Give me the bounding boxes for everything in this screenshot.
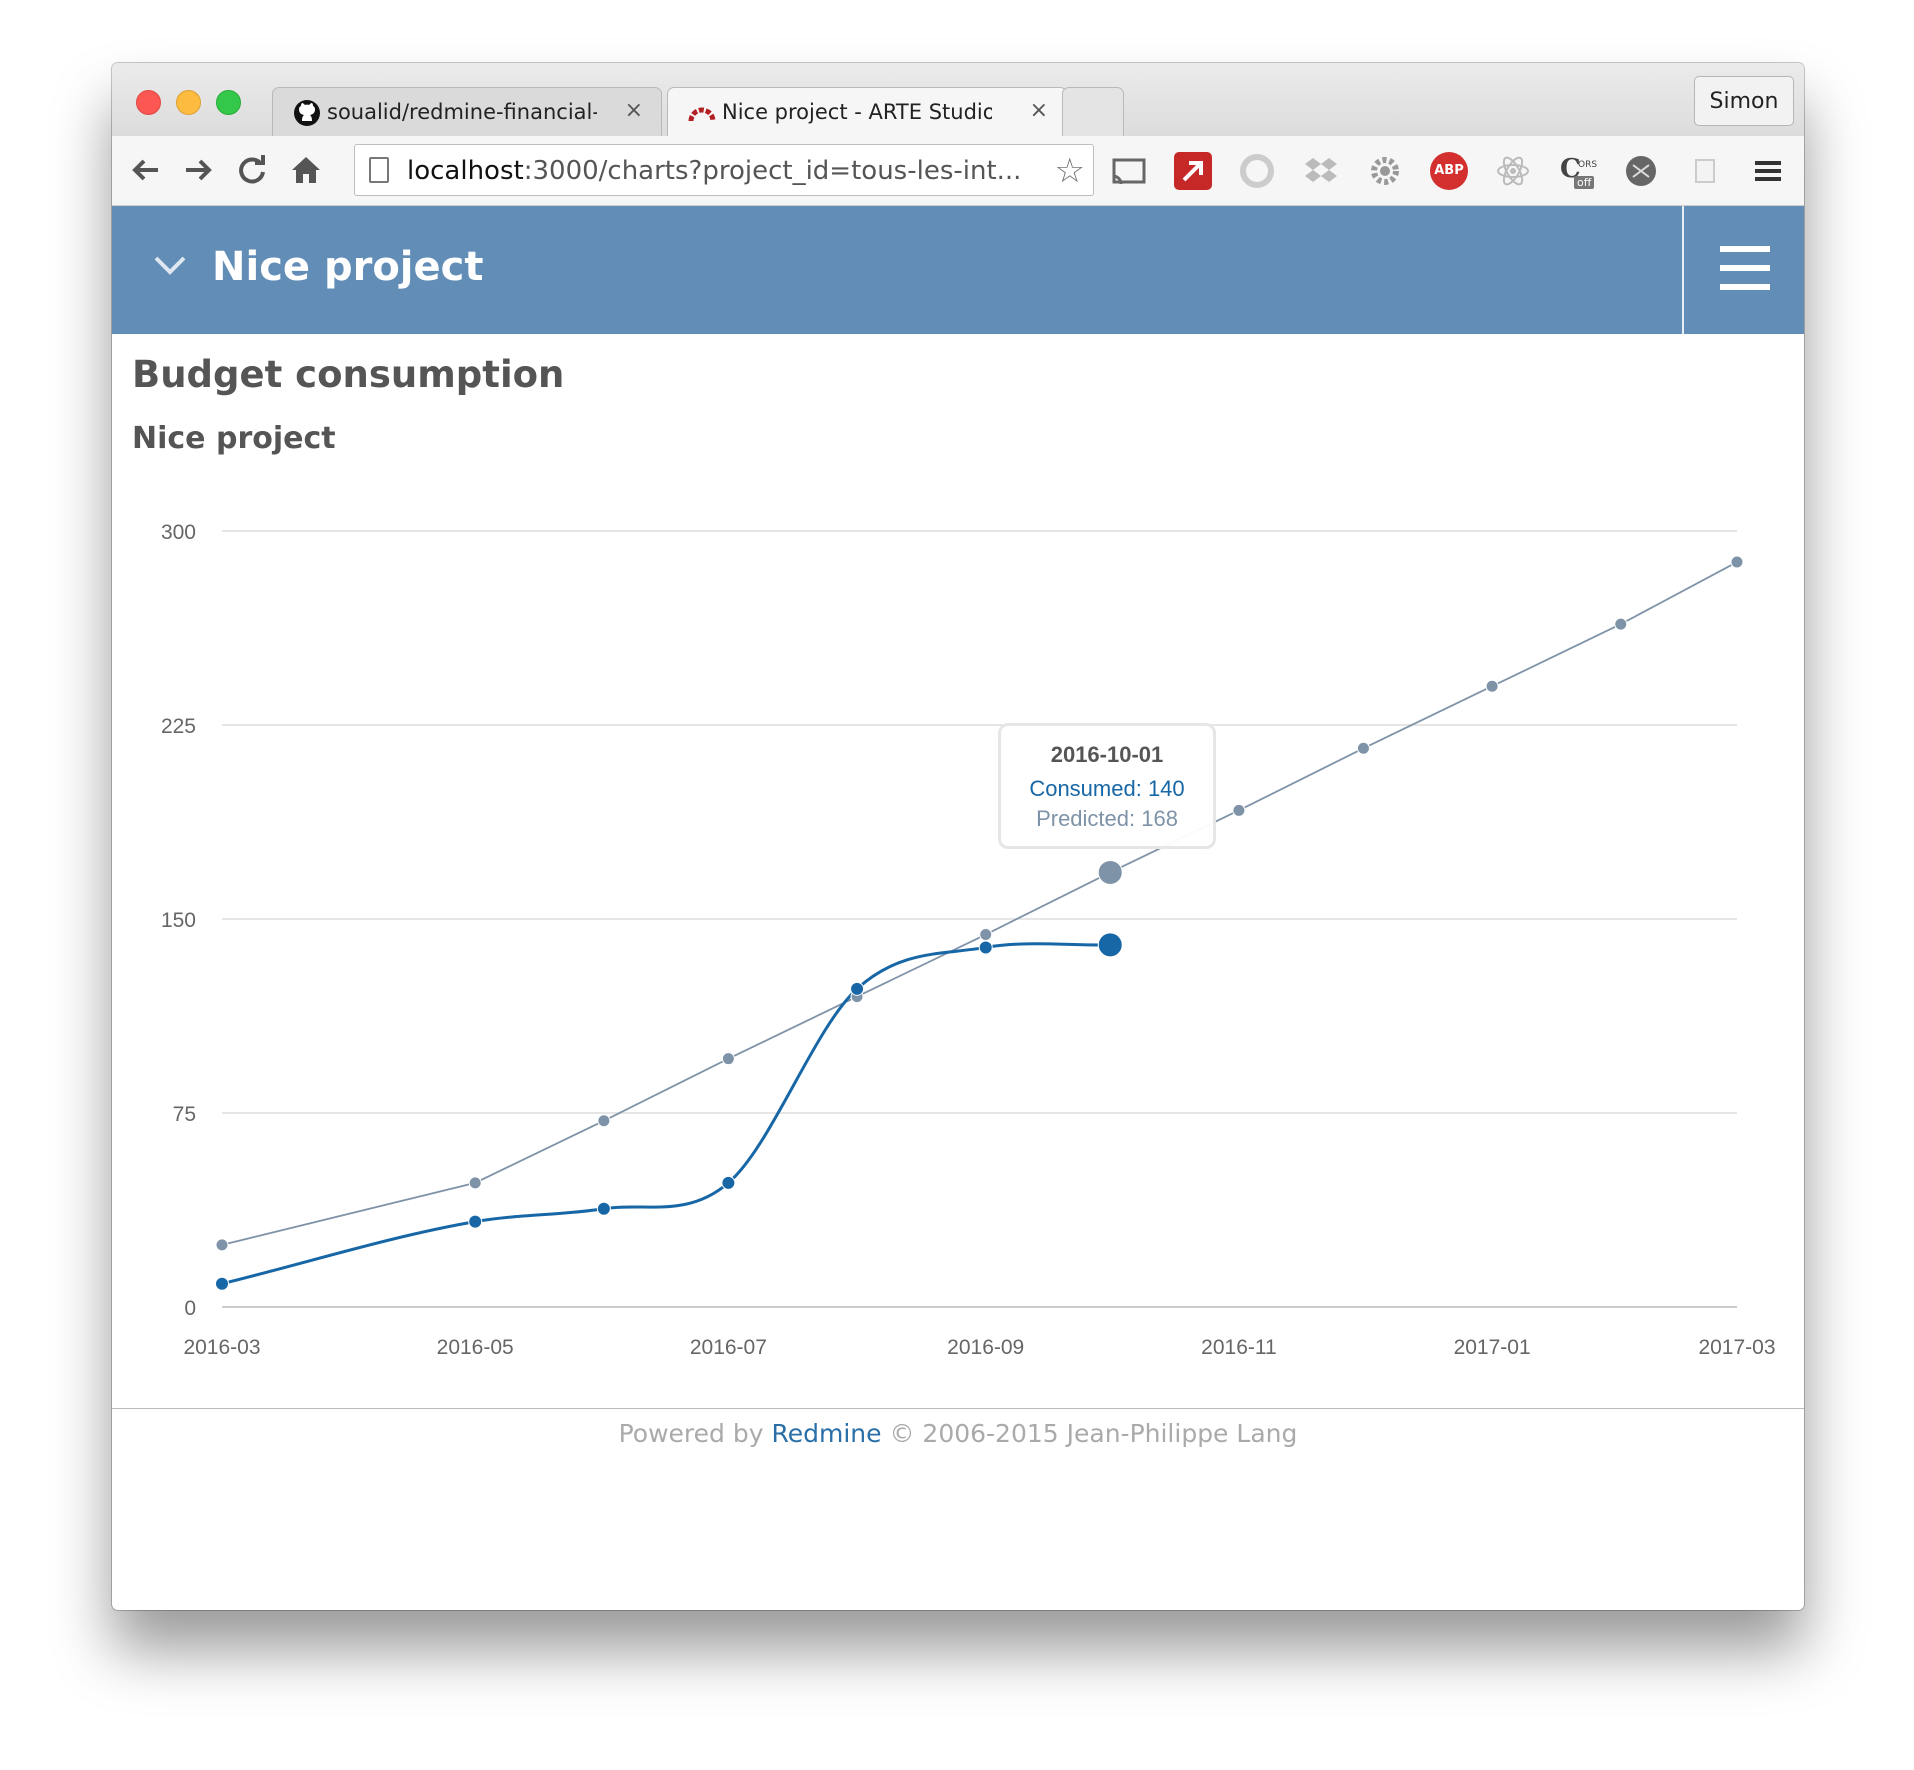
- predicted-point: [1356, 741, 1370, 755]
- consumed-point: [596, 1201, 611, 1216]
- x-tick-label: 2017-03: [1698, 1336, 1775, 1359]
- y-tick-label: 75: [173, 1103, 196, 1126]
- x-tick-label: 2016-03: [183, 1336, 260, 1359]
- predicted-point: [468, 1176, 482, 1190]
- budget-chart: 0 75 150 225 300 2016-03 2016-05 2016-07 2016-09…: [161, 521, 1776, 1359]
- predicted-point: [721, 1052, 735, 1066]
- y-tick-label: 225: [161, 715, 196, 738]
- predicted-point: [215, 1238, 229, 1252]
- browser-window: soualid/redmine-financial-m × Nice proje…: [112, 63, 1804, 1610]
- x-tick-label: 2016-11: [1201, 1336, 1277, 1359]
- x-tick-label: 2017-01: [1454, 1336, 1531, 1359]
- footer-prefix: Powered by: [618, 1419, 772, 1448]
- x-tick-label: 2016-05: [437, 1336, 514, 1359]
- predicted-point: [597, 1114, 611, 1128]
- footer: Powered by Redmine © 2006-2015 Jean-Phil…: [112, 1419, 1804, 1448]
- y-tick-label: 300: [161, 521, 196, 544]
- predicted-point: [1730, 555, 1744, 569]
- y-tick-label: 150: [161, 909, 196, 932]
- consumed-point: [721, 1175, 736, 1190]
- x-tick-label: 2016-07: [690, 1336, 767, 1359]
- tooltip-date: 2016-10-01: [1050, 742, 1164, 767]
- consumed-point: [1097, 932, 1123, 958]
- y-tick-label: 0: [184, 1297, 196, 1320]
- predicted-point: [1614, 617, 1628, 631]
- tooltip-predicted: Predicted: 168: [1036, 806, 1178, 831]
- footer-suffix: © 2006-2015 Jean-Philippe Lang: [881, 1419, 1298, 1448]
- tooltip-consumed: Consumed: 140: [1029, 776, 1185, 801]
- predicted-point: [1097, 859, 1123, 885]
- redmine-link[interactable]: Redmine: [771, 1419, 881, 1448]
- footer-divider: [112, 1408, 1804, 1409]
- predicted-point: [979, 928, 993, 942]
- consumed-point: [850, 981, 865, 996]
- consumed-point: [978, 940, 993, 955]
- consumed-point: [468, 1214, 483, 1229]
- predicted-point: [1232, 803, 1246, 817]
- chart-tooltip: 2016-10-01 Consumed: 140 Predicted: 168: [998, 723, 1216, 849]
- predicted-point: [1485, 679, 1499, 693]
- predicted-series-line: [221, 561, 1738, 1246]
- x-tick-label: 2016-09: [947, 1336, 1024, 1359]
- consumed-point: [215, 1276, 229, 1291]
